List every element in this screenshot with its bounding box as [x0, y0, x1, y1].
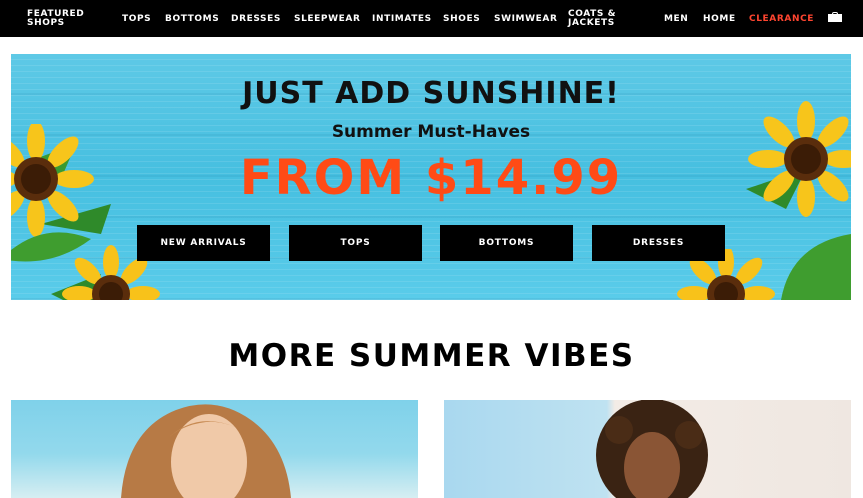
section-title: MORE SUMMER VIBES [228, 338, 635, 374]
dresses-button[interactable]: DRESSES [592, 225, 725, 261]
tops-button[interactable]: TOPS [289, 225, 422, 261]
nav-shoes[interactable]: SHOES [443, 0, 480, 37]
new-arrivals-button[interactable]: NEW ARRIVALS [137, 225, 270, 261]
nav-sleepwear[interactable]: SLEEPWEAR [294, 0, 360, 37]
nav-coats-jackets[interactable]: COATS & JACKETS [568, 0, 628, 37]
hero-price: FROM $14.99 [239, 150, 623, 206]
nav-tops[interactable]: TOPS [122, 0, 151, 37]
leaf-right [771, 224, 851, 300]
hero-subtitle: Summer Must-Haves [331, 122, 531, 142]
shopping-bag-icon[interactable] [828, 12, 842, 22]
promo-tile-left[interactable] [11, 400, 418, 498]
model-photo-right [596, 400, 708, 498]
nav-intimates[interactable]: INTIMATES [372, 0, 432, 37]
model-photo-left [121, 404, 291, 498]
nav-featured-shops[interactable]: FEATURED SHOPS [27, 0, 97, 37]
bottoms-button[interactable]: BOTTOMS [440, 225, 573, 261]
promo-tile-right[interactable] [444, 400, 851, 498]
nav-swimwear[interactable]: SWIMWEAR [494, 0, 558, 37]
top-navigation: FEATURED SHOPS TOPS BOTTOMS DRESSES SLEE… [0, 0, 863, 37]
leaf-left [11, 219, 91, 279]
nav-clearance[interactable]: CLEARANCE [749, 0, 814, 37]
nav-dresses[interactable]: DRESSES [231, 0, 281, 37]
hero-banner[interactable]: JUST ADD SUNSHINE! Summer Must-Haves FRO… [11, 54, 851, 300]
nav-men[interactable]: MEN [664, 0, 688, 37]
hero-title: JUST ADD SUNSHINE! [242, 76, 620, 111]
nav-home[interactable]: HOME [703, 0, 736, 37]
nav-bottoms[interactable]: BOTTOMS [165, 0, 219, 37]
